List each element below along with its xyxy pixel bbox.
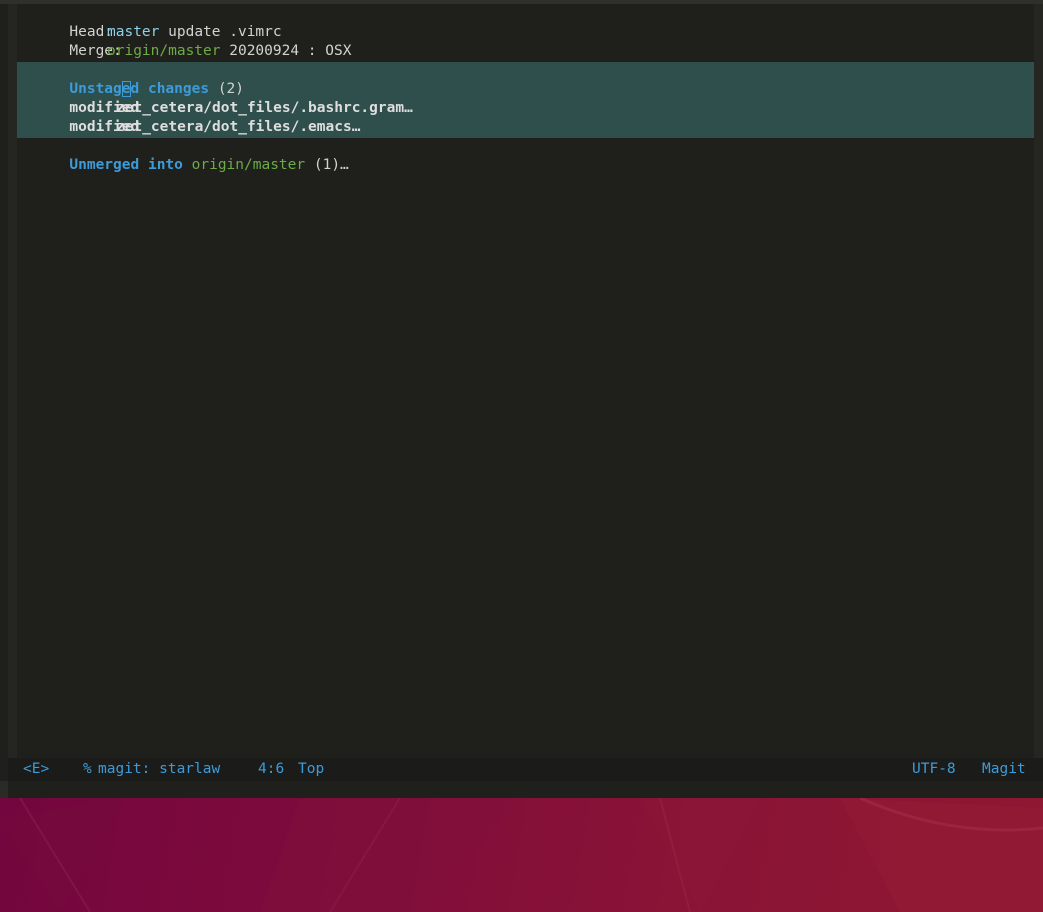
unstaged-section-heading[interactable]: Unstaged changes (2) [17, 61, 1034, 97]
wallpaper-pattern [0, 798, 1043, 912]
minibuffer[interactable] [0, 781, 1043, 798]
merge-message: 20200924 : OSX [229, 43, 352, 59]
scroll-position: Top [298, 761, 325, 777]
file-path: zet_cetera/dot_files/.emacs… [116, 119, 361, 135]
major-mode[interactable]: Magit [982, 758, 1026, 781]
desktop-wallpaper [0, 798, 1043, 912]
unmerged-count: (1)… [313, 157, 349, 173]
right-fringe [1034, 4, 1043, 758]
mode-line: <E> % magit: starlaw 4:6 Top UTF-8 Magit [8, 758, 1043, 781]
head-line[interactable]: Head: master update .vimrc [17, 4, 1034, 40]
emacs-window: Head: master update .vimrc Merge: origin/m… [0, 0, 1043, 798]
file-item[interactable]: modified zet_cetera/dot_files/.emacs… [17, 99, 1034, 135]
evil-state-indicator: <E> [23, 761, 50, 777]
minibuffer-fringe [0, 781, 8, 798]
unmerged-branch[interactable]: origin/master [192, 157, 306, 173]
unmerged-section-heading[interactable]: Unmerged into origin/master (1)… [17, 137, 1034, 173]
encoding-indicator[interactable]: UTF-8 [912, 758, 956, 781]
unmerged-title: Unmerged into [69, 157, 183, 173]
buffer-name[interactable]: magit: starlaw [98, 758, 220, 781]
merge-line[interactable]: Merge: origin/master 20200924 : OSX [17, 23, 1034, 59]
left-fringe [8, 4, 17, 758]
file-item[interactable]: modified zet_cetera/dot_files/.bashrc.gra… [17, 80, 1034, 116]
merge-branch[interactable]: origin/master [107, 43, 221, 59]
cursor-position: 4:6 [258, 761, 285, 777]
magit-status-buffer[interactable]: Head: master update .vimrc Merge: origin/m… [17, 4, 1034, 758]
modified-indicator: % [83, 761, 92, 777]
